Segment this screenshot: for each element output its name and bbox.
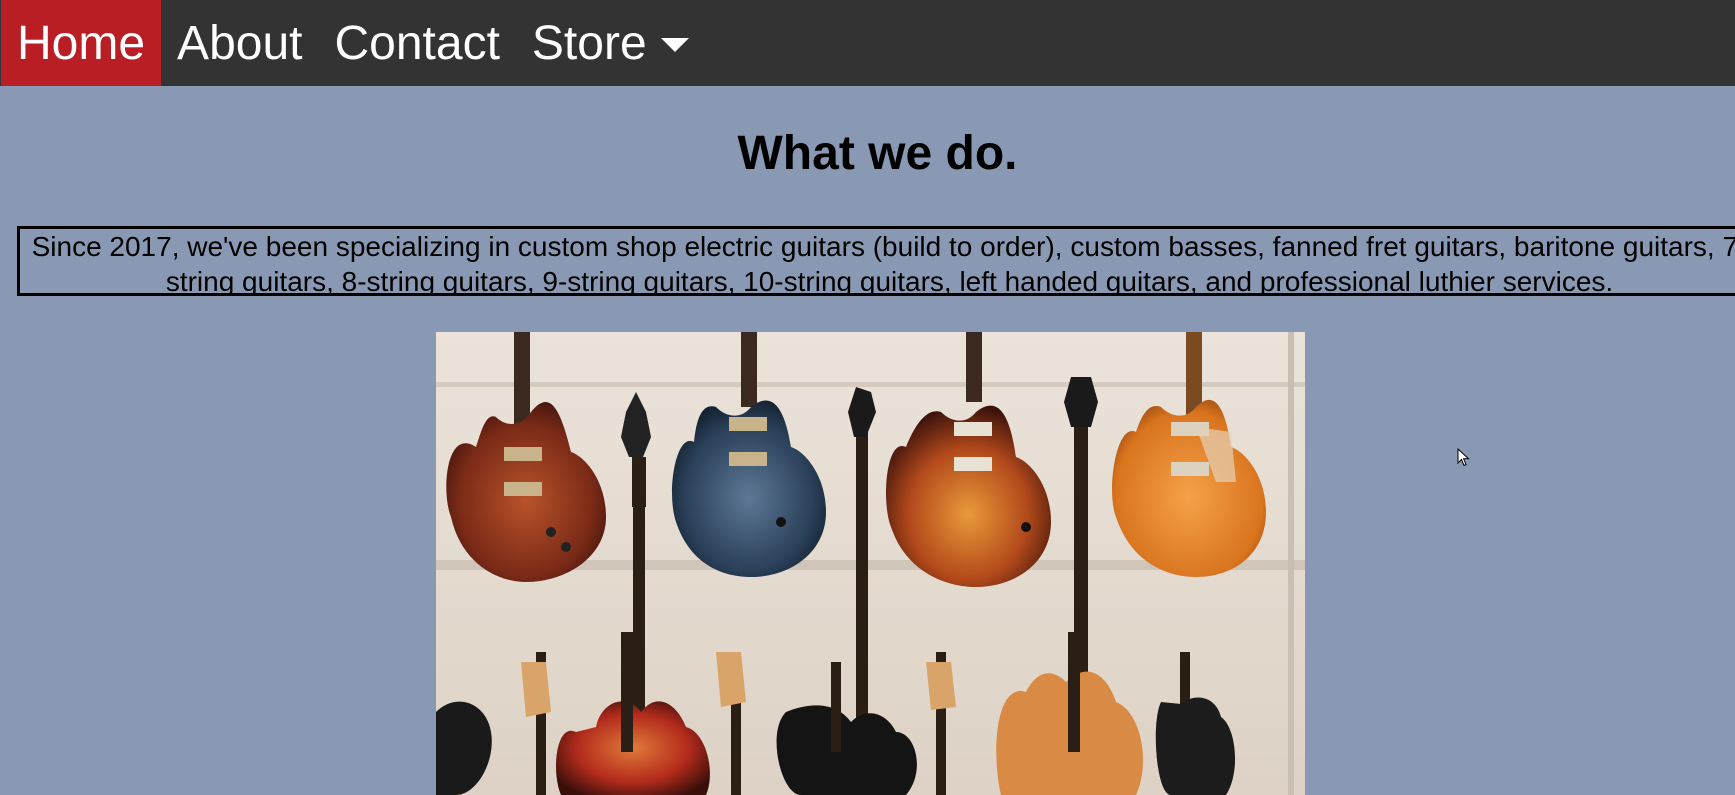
nav-store-label: Store bbox=[531, 16, 647, 70]
guitar-wall-photo bbox=[436, 332, 1305, 795]
intro-text-box: Since 2017, we've been specializing in c… bbox=[17, 226, 1735, 296]
mouse-pointer-icon bbox=[1457, 448, 1470, 467]
page-heading: What we do. bbox=[737, 127, 1018, 180]
nav-home-link[interactable]: Home bbox=[1, 0, 162, 86]
nav-about-link[interactable]: About bbox=[161, 0, 318, 86]
caret-down-icon bbox=[660, 38, 689, 52]
nav-contact-link[interactable]: Contact bbox=[318, 0, 515, 86]
main-navbar: Home About Contact Store bbox=[0, 0, 1735, 86]
guitar-photo-illustration bbox=[436, 332, 1305, 795]
nav-store-dropdown[interactable]: Store bbox=[516, 0, 705, 86]
